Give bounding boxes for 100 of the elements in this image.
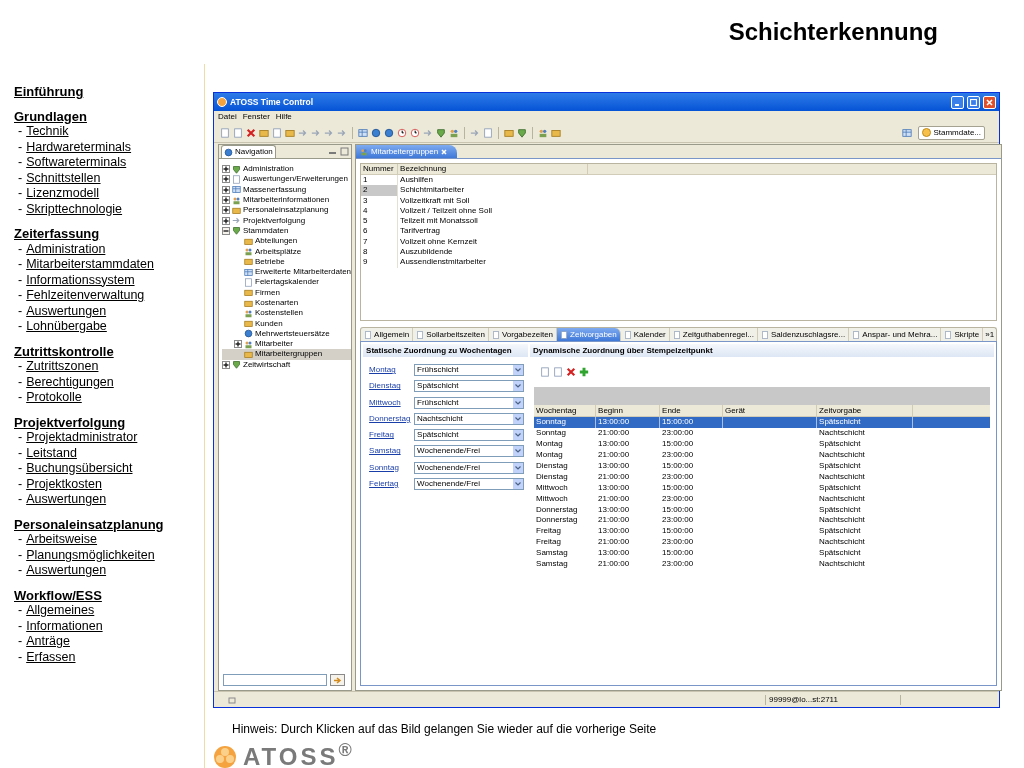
section-heading[interactable]: Zeiterfassung: [14, 226, 204, 242]
nav-link[interactable]: Erfassen: [26, 649, 76, 665]
go-button[interactable]: [330, 674, 345, 686]
section-heading[interactable]: Zutrittskontrolle: [14, 343, 204, 359]
nav-link[interactable]: Auswertungen: [26, 492, 107, 508]
section-heading[interactable]: Projektverfolgung: [14, 414, 204, 430]
table-cell[interactable]: Auszubildende: [398, 247, 589, 258]
shift-dropdown[interactable]: Wochenende/Frei: [414, 445, 525, 458]
nav-link[interactable]: Schnittstellen: [26, 170, 101, 186]
maximize-button[interactable]: [967, 95, 980, 109]
tree-item[interactable]: Abteilungen: [222, 236, 352, 247]
day-link[interactable]: Freitag: [369, 430, 415, 441]
nav-link[interactable]: Planungsmöglichkeiten: [26, 547, 155, 563]
minimize-button[interactable]: [951, 95, 964, 109]
nav-link[interactable]: Lohnübergabe: [26, 319, 107, 335]
nav-link[interactable]: Buchungsübersicht: [26, 461, 133, 477]
nav-link[interactable]: Informationssystem: [26, 272, 135, 288]
nav-link[interactable]: Auswertungen: [26, 563, 107, 579]
tree-item[interactable]: Mitarbeiterinformationen: [222, 194, 352, 206]
table-cell[interactable]: 3: [361, 195, 399, 206]
nav-link[interactable]: Softwareterminals: [26, 155, 127, 171]
close-button[interactable]: [983, 95, 996, 109]
table-cell[interactable]: 5: [361, 216, 399, 227]
shift-dropdown[interactable]: Wochenende/Frei: [414, 478, 525, 491]
tree-item[interactable]: Zeitwirtschaft: [222, 359, 352, 370]
day-link[interactable]: Samstag: [369, 446, 415, 457]
table-cell[interactable]: Teilzeit mit Monatssoll: [398, 216, 589, 227]
tree-item[interactable]: Feiertagskalender: [222, 277, 352, 288]
table-cell[interactable]: Aushilfen: [398, 175, 589, 186]
shift-dropdown[interactable]: Frühschicht: [414, 364, 525, 376]
nav-link[interactable]: Skripttechnologie: [26, 201, 123, 217]
shift-dropdown[interactable]: Spätschicht: [414, 429, 525, 442]
tree-item[interactable]: Kostenstellen: [222, 308, 352, 319]
tree-item[interactable]: Mitarbeiter: [222, 339, 352, 350]
column-header[interactable]: Zeitvorgabe: [817, 405, 914, 416]
table-cell[interactable]: Tarifvertrag: [398, 226, 589, 237]
overflow-tab[interactable]: »1: [983, 329, 997, 340]
column-header[interactable]: Gerät: [723, 405, 818, 416]
table-cell[interactable]: Schichtmitarbeiter: [398, 185, 589, 196]
table-cell[interactable]: Vollzeitkraft mit Soll: [398, 195, 589, 206]
table-cell[interactable]: 9: [361, 257, 399, 268]
column-header[interactable]: Beginn: [596, 405, 661, 416]
tree-item[interactable]: Betriebe: [222, 256, 352, 267]
table-cell[interactable]: 6: [361, 226, 399, 237]
navigation-tab[interactable]: Navigation: [221, 145, 276, 158]
nav-link[interactable]: Anträge: [26, 634, 70, 650]
nav-link[interactable]: Hardwareterminals: [26, 139, 132, 155]
table-cell[interactable]: 2: [361, 185, 399, 196]
section-heading[interactable]: Einführung: [14, 84, 204, 100]
section-heading[interactable]: Grundlagen: [14, 108, 204, 124]
table-cell[interactable]: 4: [361, 205, 399, 217]
day-link[interactable]: Montag: [369, 365, 415, 375]
table-cell[interactable]: Aussendienstmitarbeiter: [398, 257, 589, 268]
column-header[interactable]: Wochentag: [534, 405, 597, 416]
nav-link[interactable]: Berechtigungen: [26, 374, 114, 390]
section-heading[interactable]: Personaleinsatzplanung: [14, 516, 204, 532]
nav-link[interactable]: Fehlzeitenverwaltung: [26, 288, 145, 304]
menu-item[interactable]: Datei: [218, 112, 237, 122]
shift-dropdown[interactable]: Spätschicht: [414, 380, 525, 393]
nav-link[interactable]: Technik: [26, 124, 69, 140]
tree-item[interactable]: Massenerfassung: [222, 184, 352, 195]
nav-link[interactable]: Projektkosten: [26, 476, 102, 492]
tree-item[interactable]: Erweiterte Mitarbeiterdaten: [222, 266, 352, 278]
nav-link[interactable]: Lizenzmodell: [26, 186, 100, 202]
perspective-button[interactable]: Stammdate...: [918, 125, 985, 140]
nav-link[interactable]: Allgemeines: [26, 603, 95, 619]
nav-link[interactable]: Informationen: [26, 618, 103, 634]
tree-item[interactable]: Kostenarten: [222, 297, 352, 309]
day-link[interactable]: Sonntag: [369, 462, 415, 473]
menu-item[interactable]: Fenster: [242, 112, 270, 122]
shift-dropdown[interactable]: Frühschicht: [414, 396, 525, 409]
shift-dropdown[interactable]: Wochenende/Frei: [414, 461, 525, 474]
tree-item[interactable]: Administration: [222, 164, 352, 175]
tree-item[interactable]: Mehrwertsteuersätze: [222, 328, 352, 340]
nav-link[interactable]: Mitarbeiterstammdaten: [26, 257, 154, 273]
table-cell[interactable]: 8: [361, 247, 399, 258]
nav-link[interactable]: Zutrittszonen: [26, 359, 99, 375]
nav-link[interactable]: Leitstand: [26, 445, 77, 461]
input-field[interactable]: [223, 674, 327, 686]
column-header[interactable]: Bezeichnung: [398, 164, 589, 174]
tree-item[interactable]: Stammdaten: [222, 225, 352, 237]
nav-link[interactable]: Protokolle: [26, 390, 82, 406]
tree-item[interactable]: Auswertungen/Erweiterungen: [222, 174, 352, 185]
table-cell[interactable]: Vollzeit / Teilzeit ohne Soll: [398, 205, 589, 217]
shift-dropdown[interactable]: Nachtschicht: [414, 412, 525, 425]
tree-item[interactable]: Kunden: [222, 318, 352, 329]
section-heading[interactable]: Workflow/ESS: [14, 587, 204, 603]
table-cell[interactable]: Vollzeit ohne Kernzeit: [398, 236, 589, 248]
tree-item[interactable]: Personaleinsatzplanung: [222, 205, 352, 216]
tree-item[interactable]: Mitarbeitergruppen: [222, 349, 352, 360]
nav-link[interactable]: Arbeitsweise: [26, 532, 98, 548]
tree-item[interactable]: Firmen: [222, 287, 352, 298]
column-header[interactable]: Nummer: [361, 164, 399, 174]
day-link[interactable]: Donnerstag: [369, 413, 415, 424]
nav-link[interactable]: Projektadministrator: [26, 430, 138, 446]
day-link[interactable]: Feiertag: [369, 479, 415, 490]
tree-item[interactable]: Arbeitsplätze: [222, 246, 352, 257]
day-link[interactable]: Dienstag: [369, 381, 415, 392]
menu-item[interactable]: Hilfe: [275, 112, 292, 122]
column-header[interactable]: Ende: [660, 405, 724, 416]
